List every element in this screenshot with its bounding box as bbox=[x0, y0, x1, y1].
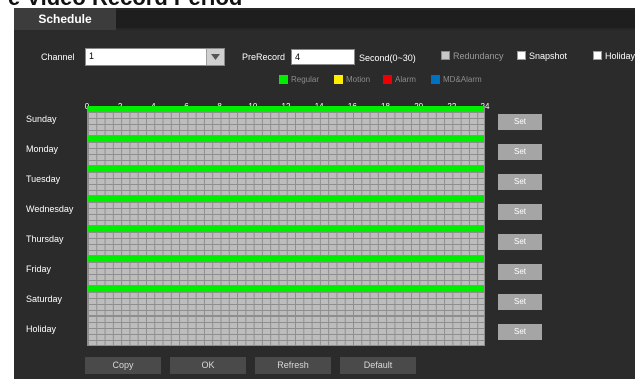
snapshot-label: Snapshot bbox=[529, 51, 568, 61]
set-button[interactable]: Set bbox=[498, 114, 542, 130]
day-schedule-grid[interactable] bbox=[87, 166, 485, 196]
record-schedule-page: e Video Record Period Schedule Channel 1… bbox=[0, 0, 635, 379]
tab-bar: Schedule bbox=[14, 8, 635, 30]
day-label: Wednesday bbox=[26, 204, 74, 214]
tab-schedule[interactable]: Schedule bbox=[14, 8, 116, 30]
legend-label-md-alarm: MD&Alarm bbox=[443, 75, 482, 84]
tab-bar-strip bbox=[116, 10, 635, 28]
legend-label-regular: Regular bbox=[291, 75, 320, 84]
day-schedule-grid[interactable] bbox=[87, 226, 485, 256]
set-button[interactable]: Set bbox=[498, 144, 542, 160]
regular-record-bar bbox=[88, 136, 484, 142]
legend-swatch-alarm bbox=[383, 75, 392, 84]
schedule-panel: Schedule Channel 1 PreRecord Second(0~30… bbox=[14, 8, 635, 379]
legend-swatch-md-alarm bbox=[431, 75, 440, 84]
channel-select[interactable]: 1 bbox=[85, 48, 225, 66]
regular-record-bar bbox=[88, 166, 484, 172]
prerecord-input[interactable] bbox=[291, 49, 355, 65]
copy-button[interactable]: Copy bbox=[85, 357, 161, 374]
regular-record-bar bbox=[88, 256, 484, 262]
holiday-label: Holiday bbox=[605, 51, 635, 61]
prerecord-unit: Second(0~30) bbox=[359, 53, 416, 63]
prerecord-label: PreRecord bbox=[242, 52, 286, 62]
set-button[interactable]: Set bbox=[498, 204, 542, 220]
set-button[interactable]: Set bbox=[498, 264, 542, 280]
day-schedule-grid[interactable] bbox=[87, 286, 485, 316]
day-label: Holiday bbox=[26, 324, 57, 334]
day-schedule-grid[interactable] bbox=[87, 256, 485, 286]
day-label: Monday bbox=[26, 144, 59, 154]
set-button[interactable]: Set bbox=[498, 174, 542, 190]
day-schedule-grid[interactable] bbox=[87, 106, 485, 136]
set-button[interactable]: Set bbox=[498, 234, 542, 250]
regular-record-bar bbox=[88, 106, 484, 112]
day-label: Friday bbox=[26, 264, 52, 274]
redundancy-label: Redundancy bbox=[453, 51, 504, 61]
legend-swatch-regular bbox=[279, 75, 288, 84]
regular-record-bar bbox=[88, 286, 484, 292]
set-button[interactable]: Set bbox=[498, 294, 542, 310]
chevron-down-icon[interactable] bbox=[206, 49, 224, 65]
legend-label-motion: Motion bbox=[346, 75, 371, 84]
set-button[interactable]: Set bbox=[498, 324, 542, 340]
day-schedule-grid[interactable] bbox=[87, 196, 485, 226]
legend-label-alarm: Alarm bbox=[395, 75, 416, 84]
refresh-button[interactable]: Refresh bbox=[255, 357, 331, 374]
holiday-checkbox[interactable] bbox=[593, 51, 602, 60]
day-schedule-grid[interactable] bbox=[87, 136, 485, 166]
ok-button[interactable]: OK bbox=[170, 357, 246, 374]
regular-record-bar bbox=[88, 226, 484, 232]
day-label: Saturday bbox=[26, 294, 63, 304]
default-button[interactable]: Default bbox=[340, 357, 416, 374]
regular-record-bar bbox=[88, 196, 484, 202]
redundancy-checkbox[interactable] bbox=[441, 51, 450, 60]
day-label: Thursday bbox=[26, 234, 64, 244]
day-schedule-grid[interactable] bbox=[87, 316, 485, 346]
day-label: Sunday bbox=[26, 114, 57, 124]
day-label: Tuesday bbox=[26, 174, 61, 184]
channel-label: Channel bbox=[41, 52, 75, 62]
channel-select-value: 1 bbox=[89, 51, 95, 61]
legend-swatch-motion-fill bbox=[334, 75, 343, 84]
snapshot-checkbox[interactable] bbox=[517, 51, 526, 60]
